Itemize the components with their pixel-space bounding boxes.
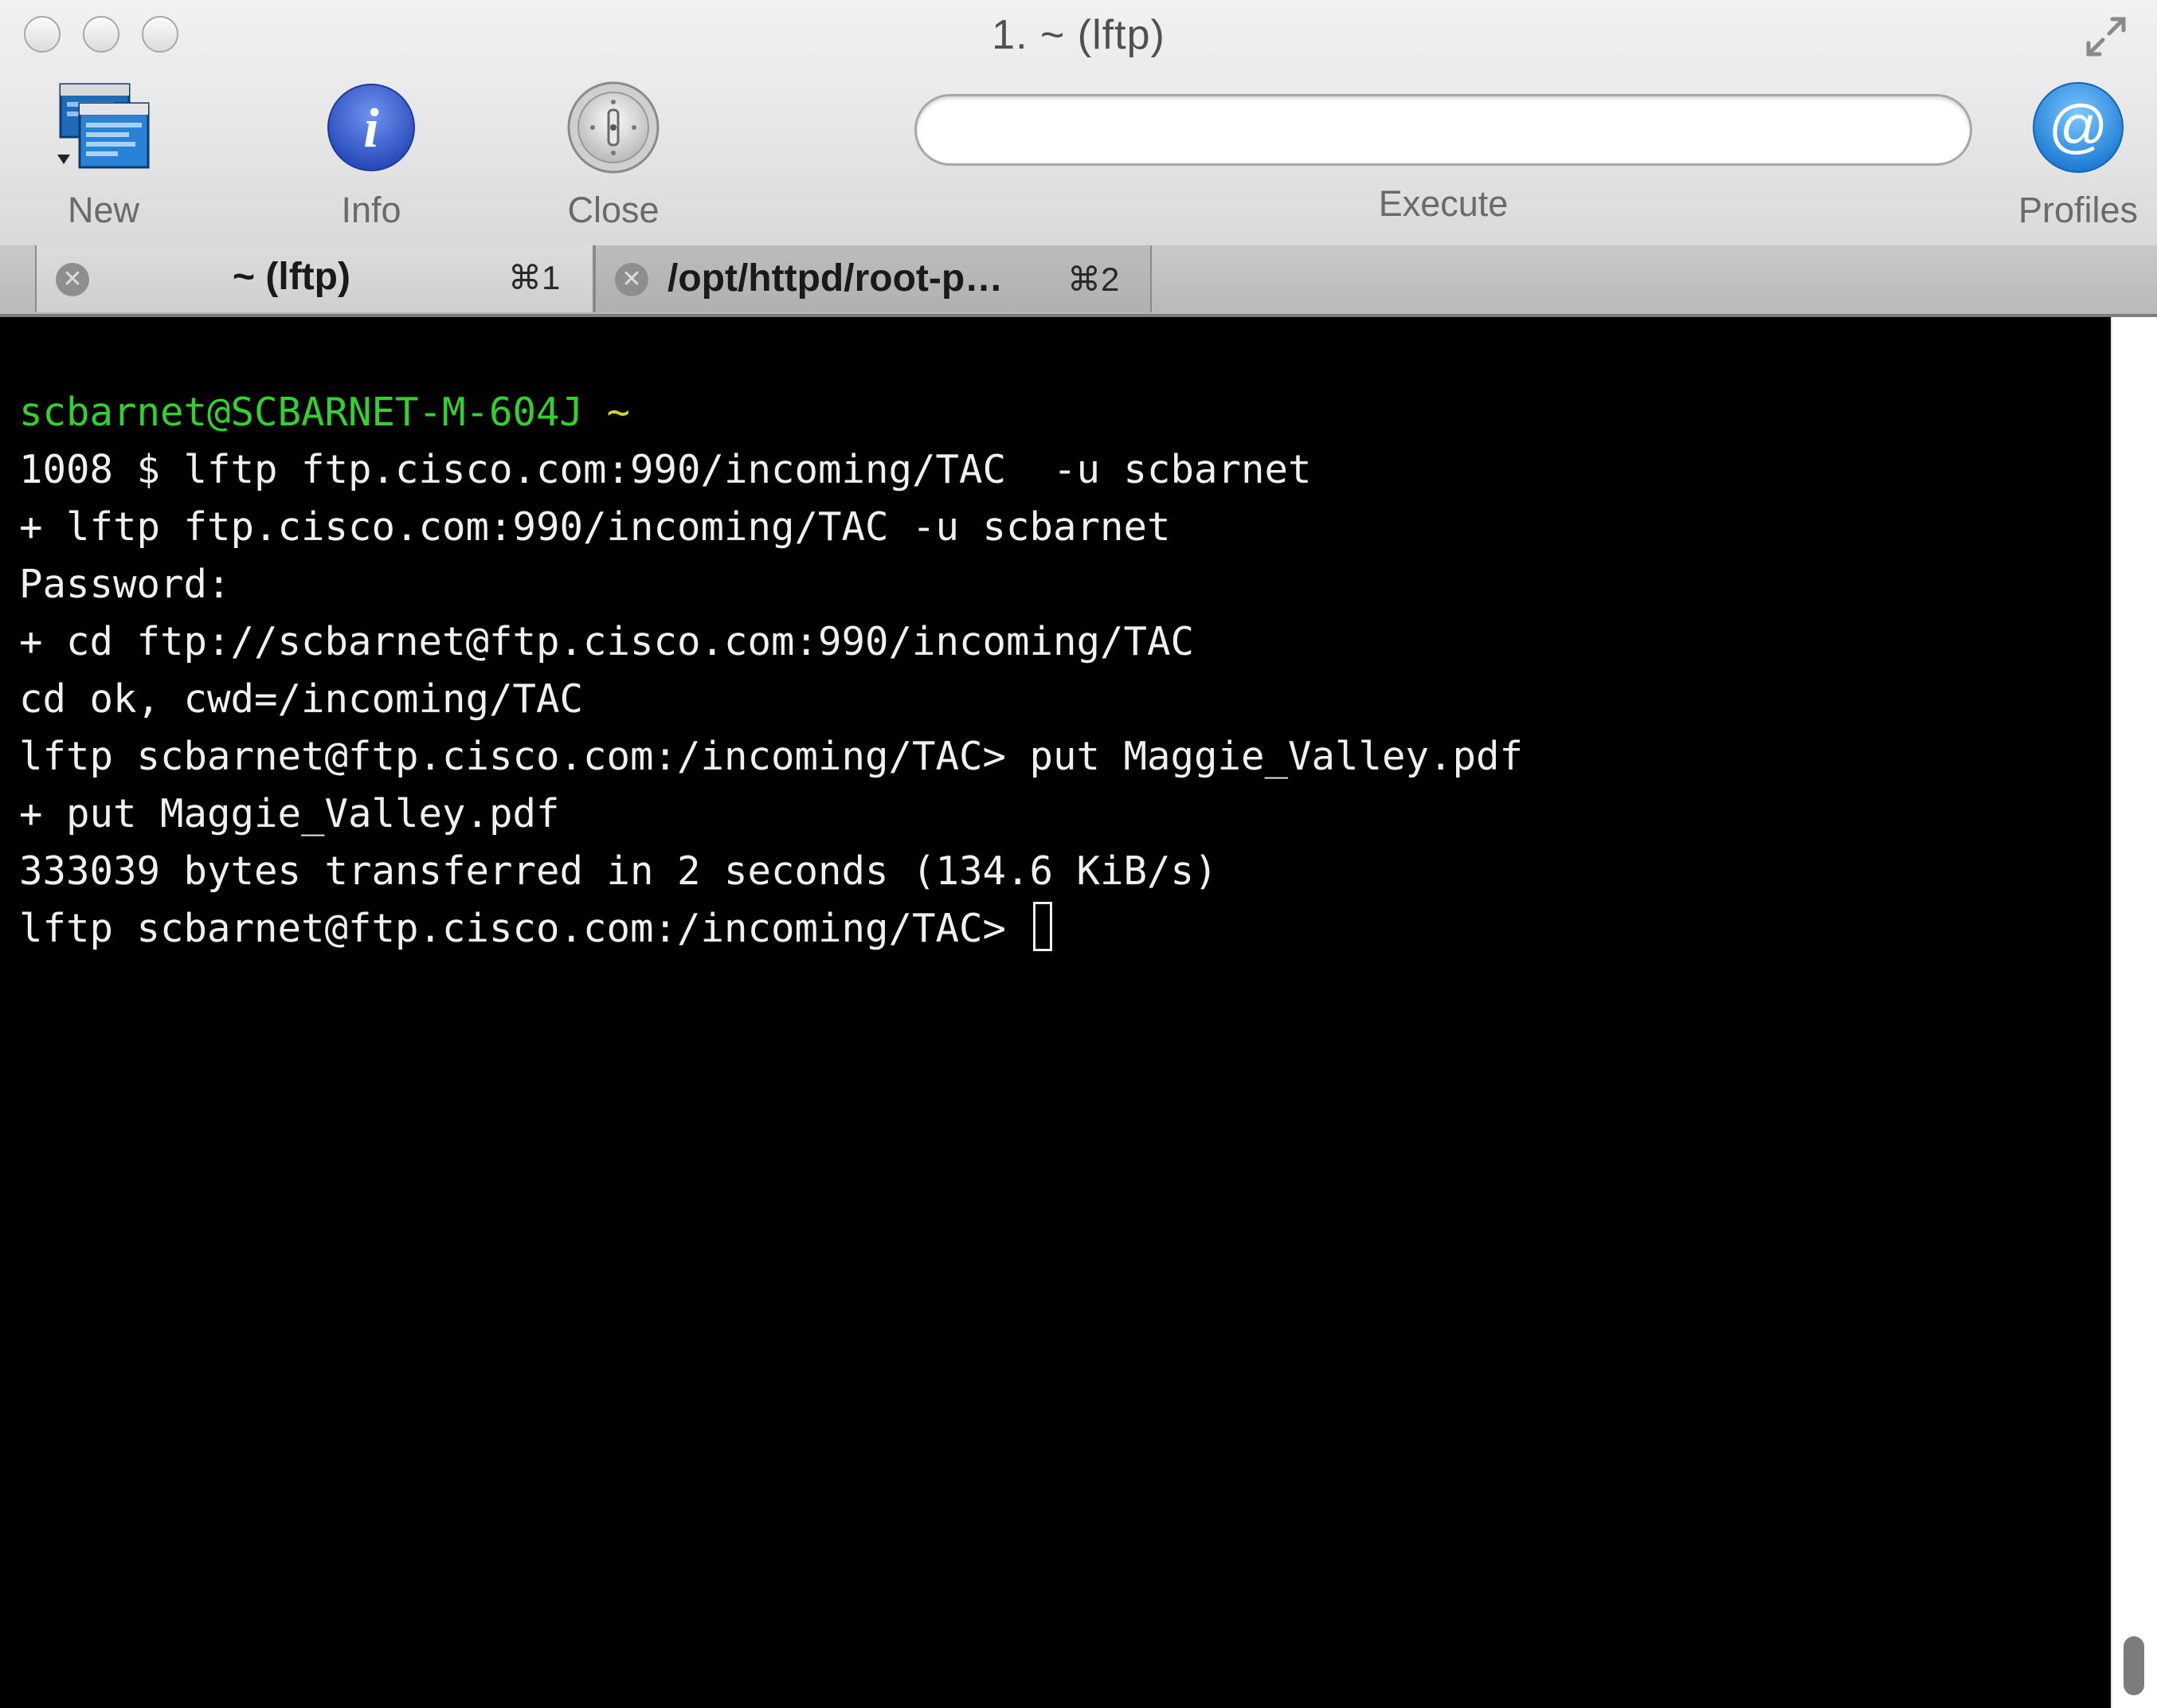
current-prompt-line[interactable]: lftp scbarnet@ftp.cisco.com:/incoming/TA… <box>19 900 1523 958</box>
new-label: New <box>67 190 140 230</box>
svg-text:i: i <box>363 98 379 159</box>
tab-title: ~ (lftp) <box>233 256 350 298</box>
prompt-path: ~ <box>606 390 631 435</box>
info-label: Info <box>341 190 401 230</box>
info-icon: i <box>327 84 415 171</box>
execute-field-group: Execute <box>914 94 1972 224</box>
tab-shortcut: ⌘2 <box>1067 261 1120 298</box>
profiles-label: Profiles <box>2018 190 2139 230</box>
tab-bar: ✕ ~ (lftp) ⌘1 ✕ /opt/httpd/root-p… ⌘2 <box>0 245 2157 317</box>
close-switch-icon <box>567 81 660 174</box>
terminal-window: 1. ~ (lftp) New i Info Close Execute @ P… <box>0 0 2157 1708</box>
prompt-user: scbarnet@SCBARNET-M-604J <box>19 390 584 435</box>
terminal-line: lftp scbarnet@ftp.cisco.com:/incoming/TA… <box>19 734 1524 779</box>
terminal-line: Password: <box>19 562 231 607</box>
fullscreen-icon[interactable] <box>2084 14 2128 59</box>
terminal-line: + lftp ftp.cisco.com:990/incoming/TAC -u… <box>19 504 1171 550</box>
close-button[interactable]: Close <box>566 80 661 231</box>
at-sign-icon: @ <box>2033 82 2124 173</box>
window-chrome: 1. ~ (lftp) New i Info Close Execute @ P… <box>0 0 2157 247</box>
terminal-line: + cd ftp://scbarnet@ftp.cisco.com:990/in… <box>19 619 1195 664</box>
svg-text:@: @ <box>2048 93 2108 159</box>
new-button[interactable]: New <box>56 80 151 231</box>
terminal-output[interactable]: scbarnet@SCBARNET-M-604J ~ 1008 $ lftp f… <box>0 317 2111 1708</box>
terminal-line: 333039 bytes transferred in 2 seconds (1… <box>19 848 1218 894</box>
profiles-button[interactable]: @ Profiles <box>2018 80 2138 231</box>
terminal-line: cd ok, cwd=/incoming/TAC <box>19 676 584 722</box>
tab-close-icon[interactable]: ✕ <box>615 263 648 296</box>
terminal-lines: scbarnet@SCBARNET-M-604J ~ 1008 $ lftp f… <box>19 384 1523 958</box>
current-prompt: lftp scbarnet@ftp.cisco.com:/incoming/TA… <box>19 906 1030 951</box>
vertical-scrollbar[interactable] <box>2111 317 2157 1708</box>
execute-input[interactable] <box>914 94 1972 166</box>
terminal-line: 1008 $ lftp ftp.cisco.com:990/incoming/T… <box>19 447 1312 492</box>
scrollbar-thumb[interactable] <box>2124 1636 2144 1695</box>
shell-prompt-line: scbarnet@SCBARNET-M-604J ~ <box>19 384 1523 441</box>
tab-title: /opt/httpd/root-p… <box>667 257 1004 300</box>
close-label: Close <box>567 190 660 230</box>
terminal-windows-icon <box>57 83 150 169</box>
info-button[interactable]: i Info <box>323 80 419 231</box>
tab-close-icon[interactable]: ✕ <box>56 263 89 296</box>
tab-lftp[interactable]: ✕ ~ (lftp) ⌘1 <box>35 245 594 312</box>
tab-shortcut: ⌘1 <box>508 259 561 296</box>
window-title: 1. ~ (lftp) <box>992 12 1165 58</box>
tab-opt-httpd[interactable]: ✕ /opt/httpd/root-p… ⌘2 <box>594 245 1152 312</box>
execute-label: Execute <box>1378 183 1509 224</box>
terminal-line: + put Maggie_Valley.pdf <box>19 791 560 836</box>
terminal-cursor <box>1032 902 1052 951</box>
